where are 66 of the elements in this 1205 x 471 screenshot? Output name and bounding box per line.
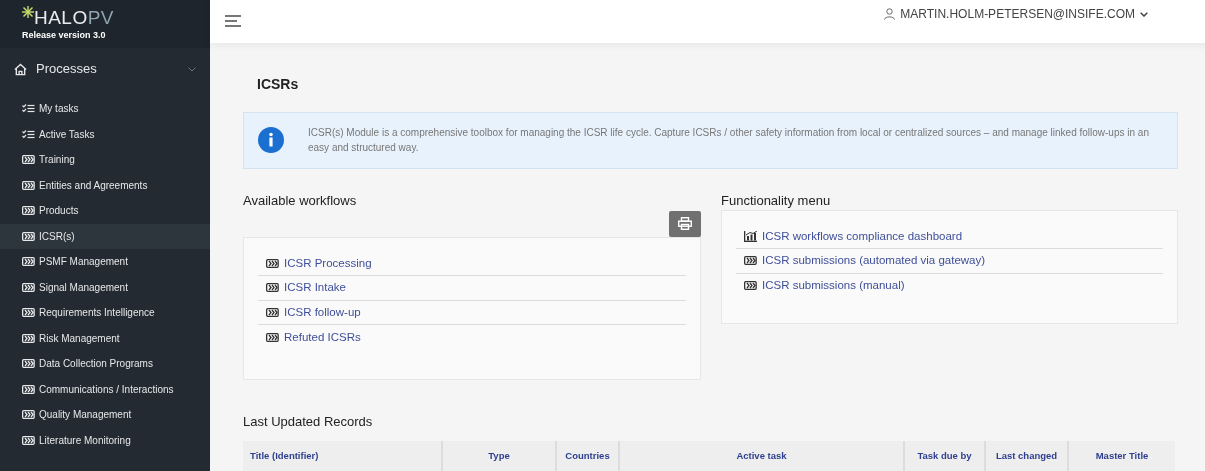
info-icon — [258, 127, 284, 153]
column-header[interactable]: Task due by — [905, 441, 986, 471]
chevrons-icon — [22, 282, 35, 292]
chevrons-icon — [22, 435, 35, 445]
column-header[interactable]: Countries — [557, 441, 620, 471]
sidebar-item[interactable]: PSMF Management — [0, 249, 210, 275]
menu-icon[interactable] — [225, 15, 241, 28]
sidebar-item[interactable]: Products — [0, 198, 210, 224]
chevrons-icon — [744, 281, 757, 291]
chevrons-icon — [22, 333, 35, 343]
workflow-link[interactable]: Refuted ICSRs — [284, 328, 361, 346]
release-version: Release version 3.0 — [22, 29, 107, 42]
page-title: ICSRs — [257, 74, 300, 94]
checklist-icon — [22, 129, 35, 139]
checklist-icon — [22, 104, 35, 114]
sidebar-item[interactable]: Quality Management — [0, 402, 210, 428]
chevrons-icon — [266, 283, 279, 293]
bar-chart-icon — [744, 230, 757, 242]
sidebar-item[interactable]: ICSR(s) — [0, 223, 210, 249]
chevron-down-icon — [1140, 11, 1148, 17]
logo-text: HALOPV — [34, 8, 114, 28]
sidebar-item[interactable]: Signal Management — [0, 274, 210, 300]
sidebar-item[interactable]: Entities and Agreements — [0, 172, 210, 198]
chevrons-icon — [22, 155, 35, 165]
print-icon — [678, 217, 692, 230]
workflow-link[interactable]: ICSR follow-up — [284, 303, 361, 321]
user-icon — [884, 8, 896, 21]
workflow-link[interactable]: ICSR Intake — [284, 279, 346, 297]
sidebar-item[interactable]: My tasks — [0, 96, 210, 122]
sidebar-item[interactable]: Risk Management — [0, 325, 210, 351]
workflow-link[interactable]: ICSR submissions (manual) — [762, 277, 905, 295]
chevrons-icon — [22, 410, 35, 420]
sidebar-item[interactable]: Active Tasks — [0, 121, 210, 147]
chevrons-icon — [266, 307, 279, 317]
chevrons-icon — [22, 206, 35, 216]
chevrons-icon — [22, 257, 35, 267]
chevrons-icon — [22, 384, 35, 394]
column-header[interactable]: Title (Identifier) — [243, 441, 443, 471]
column-header[interactable]: Active task — [620, 441, 905, 471]
sidebar-item[interactable]: Training — [0, 147, 210, 173]
column-header[interactable]: Type — [443, 441, 557, 471]
sidebar-item[interactable]: Requirements Intelligence — [0, 300, 210, 326]
chevrons-icon — [22, 180, 35, 190]
chevrons-icon — [22, 359, 35, 369]
chevrons-icon — [266, 258, 279, 268]
processes-menu[interactable]: Processes — [0, 48, 210, 90]
sidebar-item[interactable]: Communications / Interactions — [0, 376, 210, 402]
sidebar-item[interactable]: Literature Monitoring — [0, 427, 210, 453]
section-heading: Functionality menu — [721, 191, 832, 210]
workflow-link[interactable]: ICSR Processing — [284, 254, 372, 272]
column-header[interactable]: Last changed — [986, 441, 1069, 471]
home-icon — [14, 62, 27, 76]
section-heading: Last Updated Records — [243, 412, 374, 431]
column-header[interactable]: Master Title — [1069, 441, 1175, 471]
user-menu[interactable]: MARTIN.HOLM-PETERSEN@INSIFE.COM — [884, 5, 1148, 24]
chevrons-icon — [744, 256, 757, 266]
section-heading: Available workflows — [243, 191, 358, 210]
workflow-link[interactable]: ICSR workflows compliance dashboard — [762, 227, 963, 245]
chevrons-icon — [22, 231, 35, 241]
sun-icon — [22, 6, 34, 18]
workflow-link[interactable]: ICSR submissions (automated via gateway) — [762, 252, 986, 270]
chevrons-icon — [266, 332, 279, 342]
info-text: ICSR(s) Module is a comprehensive toolbox for managing the ICSR life cycle. Capture ICSRs / other safety information from local or centralized sources – and manage linked follow-ups in an easy and structured way. — [308, 126, 1150, 155]
print-button[interactable] — [669, 210, 701, 237]
sidebar-item[interactable]: Data Collection Programs — [0, 351, 210, 377]
chevrons-icon — [22, 308, 35, 318]
